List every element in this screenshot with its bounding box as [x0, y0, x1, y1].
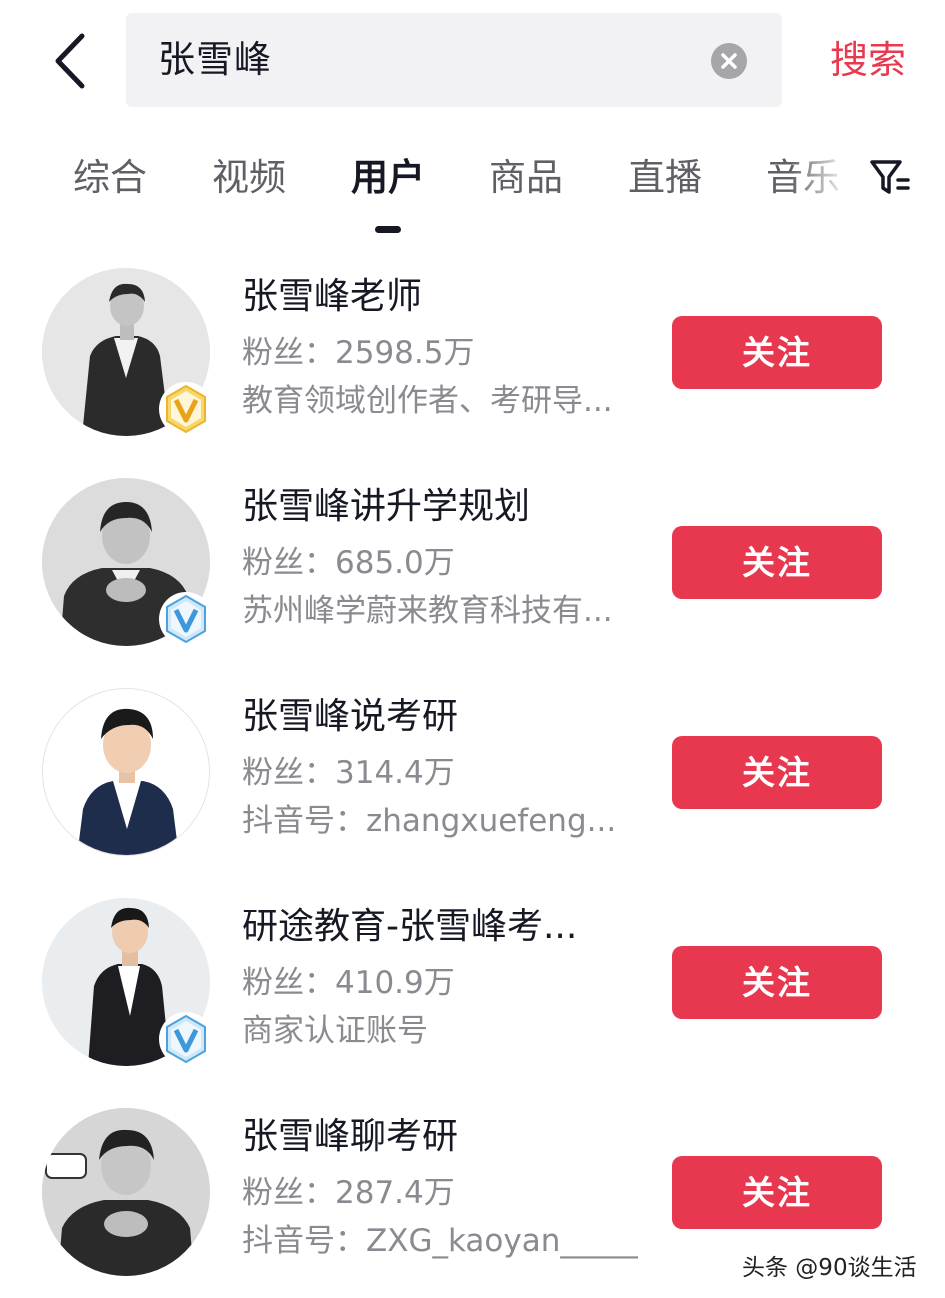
follow-button[interactable]: 关注	[672, 526, 882, 599]
user-description: 商家认证账号	[242, 1013, 428, 1049]
user-description: 抖音号：ZXG_kaoyan_____	[242, 1223, 638, 1259]
tab-products[interactable]: 商品	[481, 150, 571, 206]
user-description: 抖音号：zhangxuefeng...	[242, 803, 617, 839]
list-item[interactable]: 张雪峰老师 粉丝：2598.5万 教育领域创作者、考研导... 关注	[0, 268, 945, 468]
filter-button[interactable]	[868, 156, 912, 200]
tab-comprehensive[interactable]: 综合	[65, 150, 155, 206]
close-icon	[721, 53, 737, 69]
list-item[interactable]: 张雪峰说考研 粉丝：314.4万 抖音号：zhangxuefeng... 关注	[0, 688, 945, 888]
blue-verified-icon	[157, 590, 215, 648]
follower-count: 粉丝：410.9万	[242, 965, 455, 1001]
avatar-photo	[42, 1108, 210, 1276]
tab-videos[interactable]: 视频	[204, 150, 294, 206]
list-item[interactable]: 研途教育-张雪峰考... 粉丝：410.9万 商家认证账号 关注	[0, 898, 945, 1098]
follow-button[interactable]: 关注	[672, 946, 882, 1019]
category-tabs: 综合 视频 用户 商品 直播 音乐	[0, 140, 945, 240]
avatar-photo	[43, 689, 209, 855]
filter-icon	[870, 160, 910, 194]
search-query-text: 张雪峰	[158, 38, 272, 81]
avatar[interactable]	[42, 1108, 210, 1276]
follower-count: 粉丝：685.0万	[242, 545, 455, 581]
active-tab-indicator	[375, 226, 401, 233]
user-name: 张雪峰讲升学规划	[242, 486, 531, 527]
user-description: 教育领域创作者、考研导...	[242, 383, 613, 419]
user-name: 张雪峰老师	[242, 276, 423, 317]
back-button[interactable]	[48, 30, 92, 92]
follow-button[interactable]: 关注	[672, 1156, 882, 1229]
user-name: 张雪峰聊考研	[242, 1116, 459, 1157]
user-description: 苏州峰学蔚来教育科技有...	[242, 593, 613, 629]
chevron-left-icon	[55, 33, 85, 89]
avatar[interactable]	[42, 688, 210, 856]
tab-live[interactable]: 直播	[620, 150, 710, 206]
user-name: 张雪峰说考研	[242, 696, 459, 737]
follow-button[interactable]: 关注	[672, 736, 882, 809]
watermark: 头条 @90谈生活	[742, 1255, 917, 1281]
gold-verified-icon	[157, 380, 215, 438]
search-submit-button[interactable]: 搜索	[818, 28, 918, 92]
tab-users[interactable]: 用户	[343, 150, 433, 206]
follower-count: 粉丝：314.4万	[242, 755, 455, 791]
user-name: 研途教育-张雪峰考...	[242, 906, 578, 947]
clear-search-button[interactable]	[711, 43, 747, 79]
blue-verified-icon	[157, 1010, 215, 1068]
follow-button[interactable]: 关注	[672, 316, 882, 389]
list-item[interactable]: 张雪峰讲升学规划 粉丝：685.0万 苏州峰学蔚来教育科技有... 关注	[0, 478, 945, 678]
follower-count: 粉丝：287.4万	[242, 1175, 455, 1211]
tab-music[interactable]: 音乐	[758, 150, 848, 206]
follower-count: 粉丝：2598.5万	[242, 335, 475, 371]
search-input[interactable]: 张雪峰	[126, 13, 782, 107]
